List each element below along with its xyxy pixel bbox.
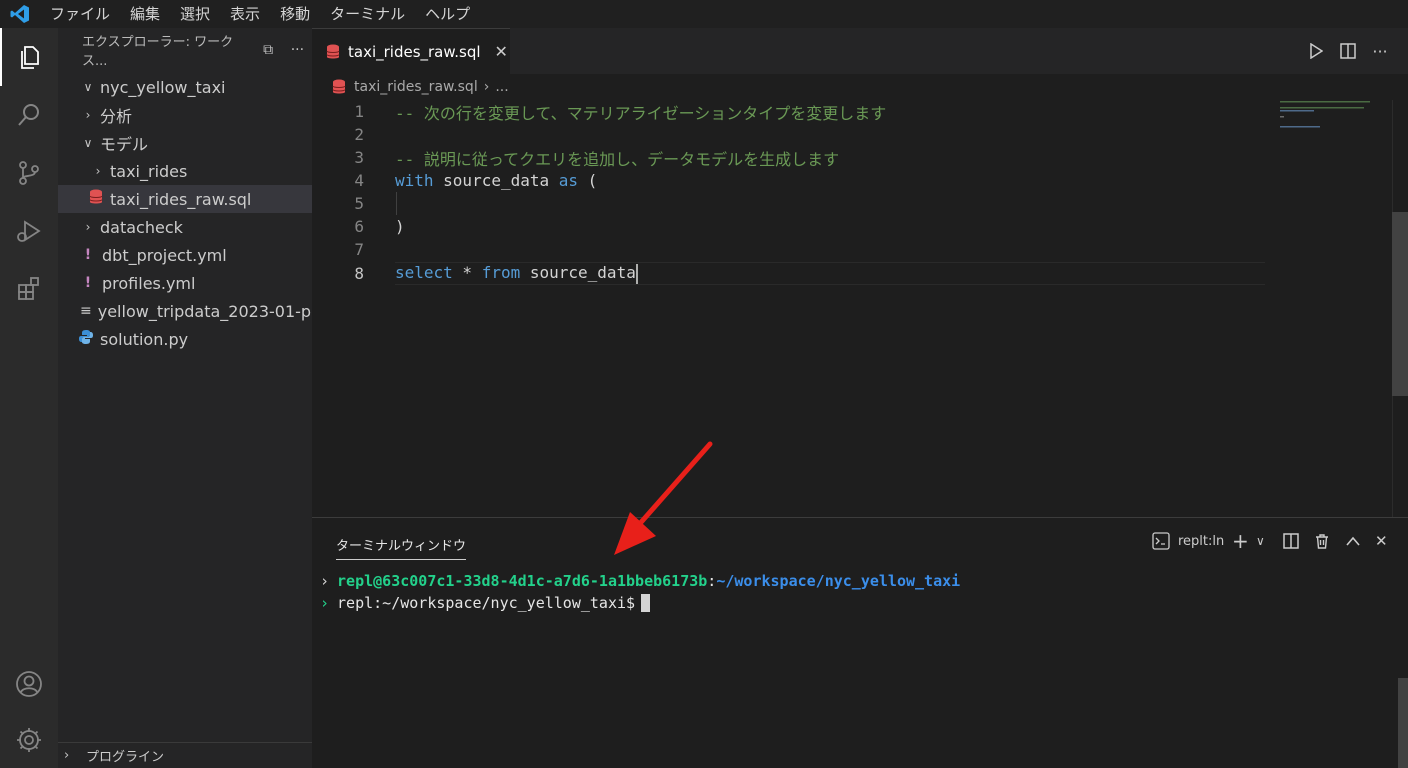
chevron-right-icon: ›: [64, 748, 70, 763]
tab-terminal[interactable]: ターミナルウィンドウ: [336, 530, 467, 560]
settings-gear-icon[interactable]: [0, 711, 58, 768]
chevron-right-icon: ›: [483, 79, 490, 95]
chevron-right-icon: ›: [320, 572, 330, 590]
tree-folder-models[interactable]: ∨ モデル: [58, 129, 312, 157]
minimap[interactable]: [1276, 100, 1392, 130]
code-line: 2: [354, 125, 364, 144]
menu-selection[interactable]: 選択: [170, 0, 220, 28]
yaml-file-icon: !: [84, 275, 92, 291]
menu-file[interactable]: ファイル: [40, 0, 120, 28]
code-line: 3 -- 説明に従ってクエリを追加し、データモデルを生成します: [354, 148, 840, 169]
explorer-title: エクスプローラー: ワークス...: [82, 35, 234, 69]
activity-bar: [0, 28, 58, 768]
split-editor-icon[interactable]: [1337, 40, 1359, 62]
account-icon[interactable]: [0, 655, 58, 713]
breadcrumb-file[interactable]: taxi_rides_raw.sql: [354, 79, 478, 95]
terminal-line[interactable]: › repl:~/workspace/nyc_yellow_taxi$: [320, 592, 651, 614]
vscode-logo-icon: [0, 0, 40, 28]
tree-file-dbt-project-yml[interactable]: ! dbt_project.yml: [58, 241, 312, 269]
run-icon[interactable]: [1305, 40, 1327, 62]
code-line: 6 ): [354, 217, 405, 236]
tree-file-solution-py[interactable]: solution.py: [58, 325, 312, 353]
collapse-folders-icon[interactable]: ⧉: [254, 42, 283, 58]
terminal-shell-label: replt:ln: [1178, 533, 1225, 549]
code-line: 1 -- 次の行を変更して、マテリアライゼーションタイプを変更します: [354, 102, 887, 123]
tree-folder-datacheck[interactable]: › datacheck: [58, 213, 312, 241]
explorer-header: エクスプローラー: ワークス... ⧉ ···: [58, 28, 312, 72]
menu-help[interactable]: ヘルプ: [415, 0, 480, 28]
text-file-icon: ≡: [80, 303, 92, 319]
menu-view[interactable]: 表示: [220, 0, 270, 28]
chevron-right-icon: ›: [95, 164, 101, 178]
chevron-down-icon: ∨: [83, 80, 93, 94]
tree-file-taxi-rides-raw-sql[interactable]: taxi_rides_raw.sql: [58, 185, 312, 213]
menu-go[interactable]: 移動: [270, 0, 320, 28]
tree-folder-analysis[interactable]: › 分析: [58, 101, 312, 129]
terminal-icon: [1152, 532, 1170, 550]
run-debug-icon[interactable]: [0, 202, 58, 260]
chevron-right-icon: ›: [85, 108, 91, 122]
tree-file-yellow-tripdata[interactable]: ≡ yellow_tripdata_2023-01-p...: [58, 297, 312, 325]
chevron-down-icon: ∨: [83, 136, 93, 150]
editor-tab-bar: taxi_rides_raw.sql ✕ ···: [312, 28, 1408, 74]
breadcrumb-symbol[interactable]: ...: [495, 79, 508, 95]
split-terminal-icon[interactable]: [1283, 530, 1299, 552]
new-terminal-plus-icon[interactable]: +: [1232, 529, 1249, 553]
menu-terminal[interactable]: ターミナル: [320, 0, 415, 28]
yaml-file-icon: !: [84, 247, 92, 263]
search-icon[interactable]: [0, 86, 58, 144]
terminal-scrollbar-thumb[interactable]: [1398, 678, 1408, 768]
trash-icon[interactable]: [1314, 530, 1330, 552]
database-file-icon: [88, 189, 104, 209]
close-icon[interactable]: ✕: [495, 42, 508, 61]
tab-taxi-rides-raw-sql[interactable]: taxi_rides_raw.sql ✕: [312, 28, 510, 74]
text-cursor: [635, 263, 638, 284]
python-file-icon: [78, 330, 94, 348]
database-file-icon: [332, 79, 346, 95]
terminal-panel: ターミナルウィンドウ replt:ln + ∨ ✕ › repl@63c007c1…: [312, 517, 1408, 768]
database-file-icon: [326, 44, 340, 60]
chevron-right-icon: ›: [320, 594, 330, 612]
code-editor[interactable]: 1 -- 次の行を変更して、マテリアライゼーションタイプを変更します 2 3 -…: [312, 100, 1392, 517]
extensions-icon[interactable]: [0, 260, 58, 318]
chevron-right-icon: ›: [85, 220, 91, 234]
source-control-icon[interactable]: [0, 144, 58, 202]
code-line: 7: [354, 240, 364, 259]
terminal-cursor: [641, 594, 651, 612]
menu-bar: ファイル 編集 選択 表示 移動 ターミナル ヘルプ: [0, 0, 1408, 28]
tree-folder-taxi-rides[interactable]: › taxi_rides: [58, 157, 312, 185]
tree-folder-nyc-yellow-taxi[interactable]: ∨ nyc_yellow_taxi: [58, 73, 312, 101]
code-line: 5: [354, 194, 364, 213]
terminal-shell-selector[interactable]: replt:ln: [1152, 530, 1224, 552]
code-line: 4 with source_data as (: [354, 171, 598, 190]
menu-edit[interactable]: 編集: [120, 0, 170, 28]
tab-label: taxi_rides_raw.sql: [348, 42, 481, 61]
close-panel-icon[interactable]: ✕: [1375, 530, 1388, 552]
outline-section[interactable]: › プログライン: [58, 742, 312, 768]
chevron-down-icon[interactable]: ∨: [1256, 530, 1265, 552]
tree-file-profiles-yml[interactable]: ! profiles.yml: [58, 269, 312, 297]
more-actions-icon[interactable]: ···: [1369, 40, 1391, 62]
breadcrumb: taxi_rides_raw.sql › ...: [312, 74, 1408, 100]
explorer-sidebar: エクスプローラー: ワークス... ⧉ ··· ∨ nyc_yellow_tax…: [58, 28, 312, 768]
maximize-panel-icon[interactable]: [1346, 530, 1360, 552]
code-line: 8 select * from source_data: [354, 263, 638, 284]
more-actions-icon[interactable]: ···: [283, 42, 312, 58]
annotation-arrow: [600, 440, 730, 574]
editor-scrollbar-thumb[interactable]: [1392, 212, 1408, 396]
explorer-icon[interactable]: [0, 28, 58, 86]
